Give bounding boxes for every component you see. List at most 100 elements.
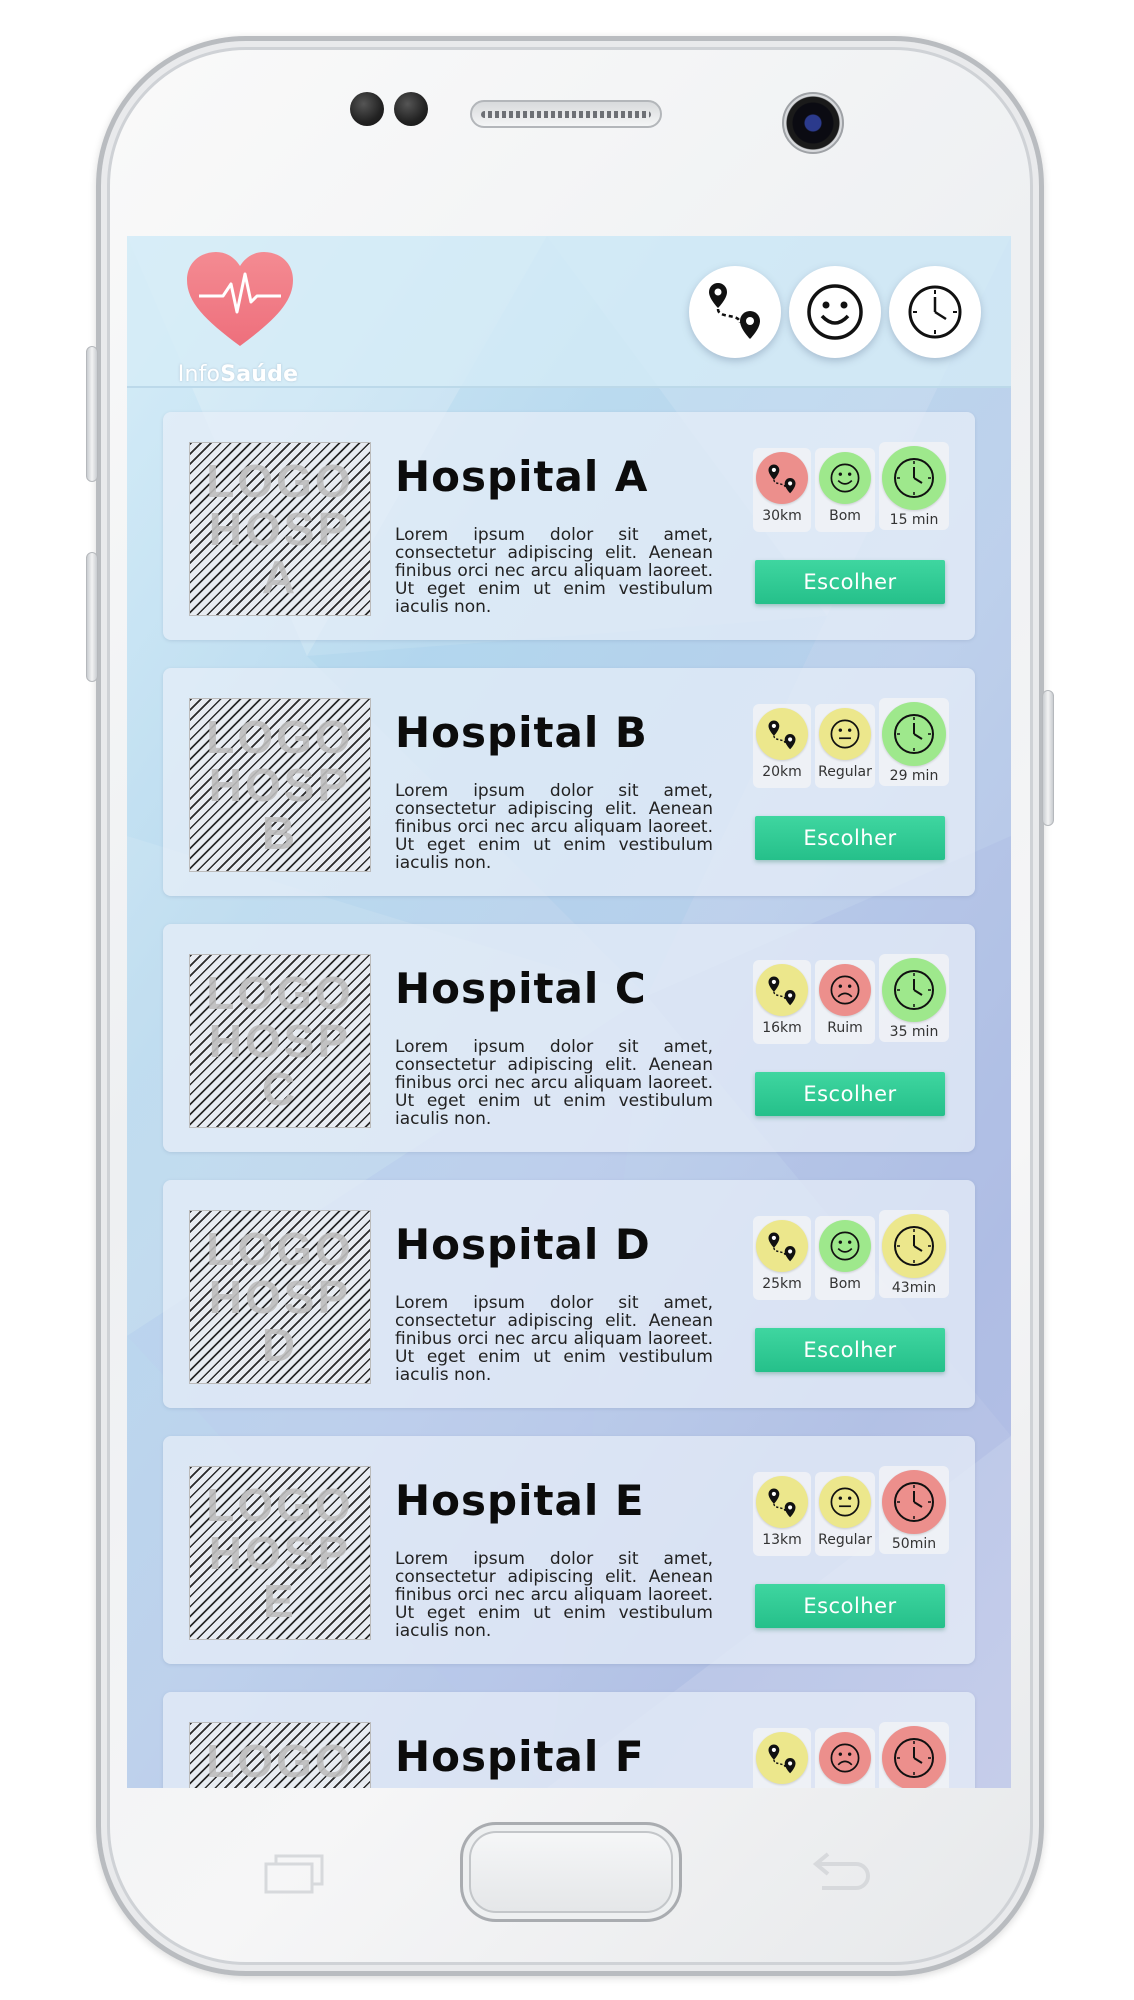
hospital-logo-text: LOGO HOSP F — [206, 1735, 354, 1788]
hospital-card[interactable]: LOGO HOSP F Hospital F Lorem ipsum dolor… — [163, 1692, 975, 1788]
distance-label: 30km — [762, 508, 802, 524]
distance-label: 16km — [762, 1020, 802, 1036]
wait-time-label: 15 min — [889, 512, 939, 528]
route-pin-icon — [768, 1488, 796, 1518]
wait-time-label: 35 min — [889, 1024, 939, 1040]
smiley-icon — [830, 463, 860, 493]
hospital-description: Lorem ipsum dolor sit amet, consectetur … — [395, 1549, 713, 1641]
route-pin-icon — [768, 1232, 796, 1262]
choose-button[interactable]: Escolher — [755, 1328, 945, 1372]
choose-button[interactable]: Escolher — [755, 816, 945, 860]
hospital-logo-text: LOGO HOSP D — [206, 1223, 354, 1371]
heart-pulse-icon — [187, 252, 293, 346]
home-button[interactable] — [460, 1822, 682, 1922]
hospital-logo-text: LOGO HOSP B — [206, 711, 354, 859]
choose-button[interactable]: Escolher — [755, 1584, 945, 1628]
hospital-logo-text: LOGO HOSP A — [206, 455, 354, 603]
route-pin-icon — [768, 976, 796, 1006]
route-pin-icon — [768, 464, 796, 494]
hospital-name: Hospital E — [395, 1476, 645, 1525]
wait-time-stat: 50min — [879, 1466, 949, 1554]
back-arrow-icon[interactable] — [810, 1846, 874, 1894]
rating-filter-button[interactable] — [789, 266, 881, 358]
sensor-dot — [394, 92, 428, 126]
distance-label: 25km — [762, 1276, 802, 1292]
wait-time-label: 50min — [891, 1536, 937, 1552]
rating-label: Bom — [829, 1276, 861, 1292]
hospital-stats — [753, 1722, 953, 1788]
hospital-name: Hospital D — [395, 1220, 651, 1269]
hospital-logo-text: LOGO HOSP E — [206, 1479, 354, 1627]
smiley-icon — [807, 284, 863, 340]
hospital-card[interactable]: LOGO HOSP C Hospital C Lorem ipsum dolor… — [163, 924, 975, 1152]
hospital-logo-placeholder: LOGO HOSP B — [189, 698, 371, 872]
smiley-icon — [830, 1231, 860, 1261]
clock-icon — [894, 1226, 934, 1266]
clock-icon — [894, 1738, 934, 1778]
hospital-name: Hospital A — [395, 452, 649, 501]
sensor-dot — [350, 92, 384, 126]
distance-label: 20km — [762, 764, 802, 780]
volume-button — [86, 346, 98, 482]
wait-time-filter-button[interactable] — [889, 266, 981, 358]
hospital-card[interactable]: LOGO HOSP D Hospital D Lorem ipsum dolor… — [163, 1180, 975, 1408]
clock-icon — [894, 458, 934, 498]
choose-button[interactable]: Escolher — [755, 560, 945, 604]
wait-time-label: 29 min — [889, 768, 939, 784]
hospital-card[interactable]: LOGO HOSP A Hospital A Lorem ipsum dolor… — [163, 412, 975, 640]
rating-label: Bom — [829, 508, 861, 524]
distance-stat: 25km — [753, 1216, 811, 1300]
hospital-stats: 30km Bom 15 min — [753, 442, 953, 540]
hospital-description: Lorem ipsum dolor sit amet, consectetur … — [395, 1037, 713, 1129]
earpiece-speaker — [470, 100, 662, 128]
app-logo[interactable]: InfoSaúde — [173, 250, 298, 390]
clock-icon — [894, 970, 934, 1010]
hospital-stats: 20km Regular 29 min — [753, 698, 953, 796]
rating-stat: Bom — [815, 1216, 875, 1300]
rating-label: Regular — [818, 764, 872, 780]
hospital-logo-text: LOGO HOSP C — [206, 967, 354, 1115]
distance-label: 13km — [762, 1532, 802, 1548]
rating-stat — [815, 1728, 875, 1788]
wait-time-stat — [879, 1722, 949, 1788]
hospital-logo-placeholder: LOGO HOSP A — [189, 442, 371, 616]
hospital-card[interactable]: LOGO HOSP E Hospital E Lorem ipsum dolor… — [163, 1436, 975, 1664]
route-pin-icon — [768, 1744, 796, 1774]
bixby-button — [86, 552, 98, 682]
wait-time-label: 43min — [891, 1280, 937, 1296]
hospital-logo-placeholder: LOGO HOSP E — [189, 1466, 371, 1640]
clock-icon — [894, 714, 934, 754]
recent-apps-icon[interactable] — [262, 1852, 326, 1894]
hospital-name: Hospital C — [395, 964, 647, 1013]
wait-time-stat: 29 min — [879, 698, 949, 786]
wait-time-stat: 43min — [879, 1210, 949, 1298]
sad-face-icon — [830, 975, 860, 1005]
neutral-face-icon — [830, 719, 860, 749]
wait-time-stat: 35 min — [879, 954, 949, 1042]
distance-stat: 20km — [753, 704, 811, 788]
rating-label: Ruim — [827, 1020, 863, 1036]
app-header: InfoSaúde — [127, 236, 1011, 388]
app-screen: InfoSaúde LOGO HOSP A Hospital A Lorem i… — [127, 236, 1011, 1788]
choose-button[interactable]: Escolher — [755, 1072, 945, 1116]
rating-stat: Ruim — [815, 960, 875, 1044]
distance-stat: 30km — [753, 448, 811, 532]
route-pin-icon — [768, 720, 796, 750]
hospital-description: Lorem ipsum dolor sit amet, consectetur … — [395, 1293, 713, 1385]
sad-face-icon — [830, 1743, 860, 1773]
hospital-description: Lorem ipsum dolor sit amet, consectetur … — [395, 781, 713, 873]
rating-stat: Bom — [815, 448, 875, 532]
rating-stat: Regular — [815, 704, 875, 788]
power-button — [1042, 690, 1054, 826]
distance-stat: 16km — [753, 960, 811, 1044]
neutral-face-icon — [830, 1487, 860, 1517]
clock-icon — [908, 285, 962, 339]
app-name: InfoSaúde — [177, 362, 299, 387]
hospital-stats: 16km Ruim 35 min — [753, 954, 953, 1052]
hospital-stats: 25km Bom 43min — [753, 1210, 953, 1308]
hospital-card[interactable]: LOGO HOSP B Hospital B Lorem ipsum dolor… — [163, 668, 975, 896]
hospital-name: Hospital F — [395, 1732, 645, 1781]
hospital-list: LOGO HOSP A Hospital A Lorem ipsum dolor… — [163, 412, 975, 1788]
route-pin-icon — [709, 283, 760, 339]
distance-filter-button[interactable] — [689, 266, 781, 358]
